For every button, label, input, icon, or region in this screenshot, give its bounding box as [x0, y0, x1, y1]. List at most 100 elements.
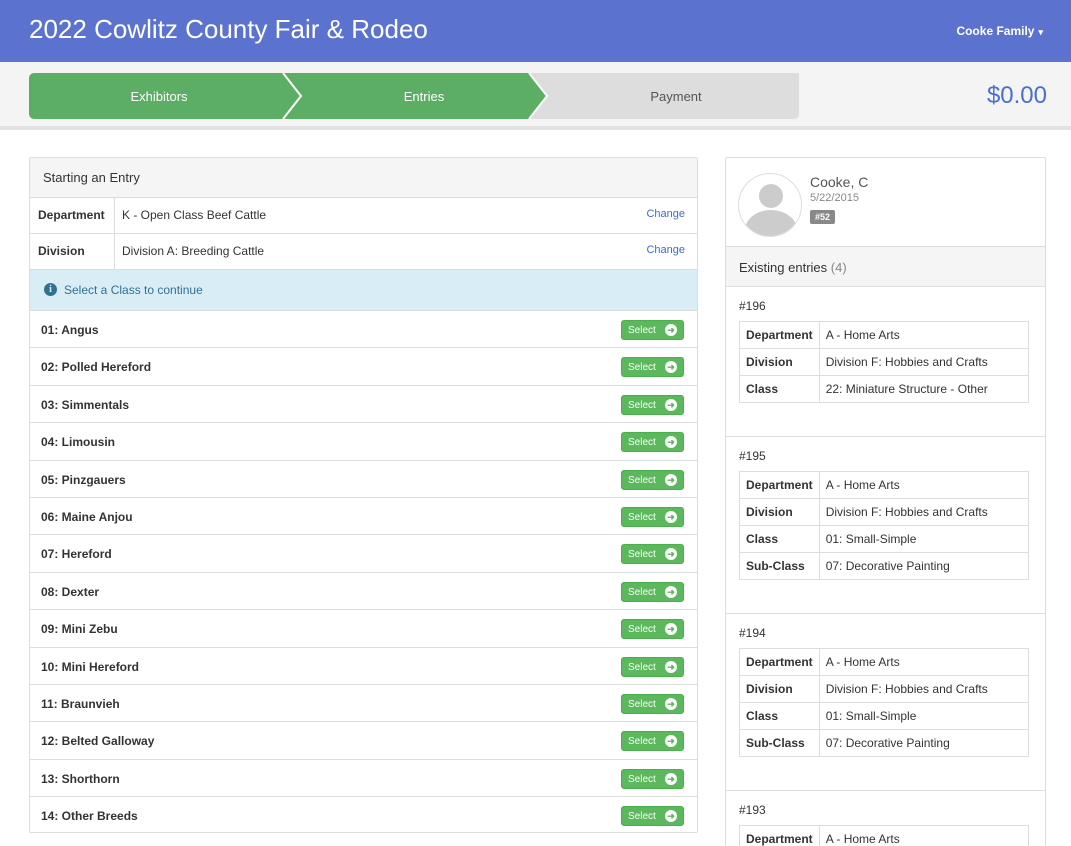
panel-heading: Starting an Entry — [30, 158, 697, 198]
class-row: 08: Dexter Select ➜ — [30, 573, 697, 611]
class-row: 01: Angus Select ➜ — [30, 311, 697, 349]
class-row: 04: Limousin Select ➜ — [30, 423, 697, 461]
division-row: Division Division A: Breeding Cattle Cha… — [30, 234, 697, 270]
entry-detail-row: Department A - Home Arts — [739, 471, 1030, 499]
select-class-button[interactable]: Select ➜ — [621, 731, 684, 752]
entry-detail-value: Division F: Hobbies and Crafts — [818, 675, 1030, 703]
select-class-button[interactable]: Select ➜ — [621, 432, 684, 453]
user-menu-dropdown[interactable]: Cooke Family ▾ — [956, 24, 1043, 38]
entry-detail-key: Department — [739, 321, 820, 349]
class-name: 09: Mini Zebu — [41, 622, 118, 637]
select-button-label: Select — [628, 736, 656, 748]
class-name: 10: Mini Hereford — [41, 659, 140, 674]
select-class-button[interactable]: Select ➜ — [621, 693, 684, 714]
class-name: 13: Shorthorn — [41, 771, 120, 786]
select-class-button[interactable]: Select ➜ — [621, 806, 684, 827]
arrow-right-icon: ➜ — [665, 623, 677, 636]
select-class-button[interactable]: Select ➜ — [621, 619, 684, 640]
select-class-button[interactable]: Select ➜ — [621, 469, 684, 490]
department-row: Department K - Open Class Beef Cattle Ch… — [30, 198, 697, 234]
class-name: 11: Braunvieh — [41, 696, 120, 711]
class-row: 14: Other Breeds Select ➜ — [30, 797, 697, 834]
select-class-button[interactable]: Select ➜ — [621, 656, 684, 677]
arrow-right-icon: ➜ — [665, 660, 677, 673]
select-class-button[interactable]: Select ➜ — [621, 506, 684, 527]
entry-detail-value: 07: Decorative Painting — [818, 552, 1030, 580]
class-row: 03: Simmentals Select ➜ — [30, 386, 697, 424]
wizard-steps: Exhibitors Entries Payment — [29, 73, 799, 119]
existing-entry: #194 Department A - Home Arts Division Divis… — [726, 614, 1045, 791]
progress-steps-bar: Exhibitors Entries Payment $0.00 — [0, 62, 1071, 130]
user-menu-label: Cooke Family — [956, 24, 1035, 38]
step-entries[interactable]: Entries — [299, 89, 549, 104]
info-icon: i — [44, 283, 57, 296]
entry-number: #193 — [739, 803, 766, 817]
select-class-button[interactable]: Select ➜ — [621, 581, 684, 602]
arrow-right-icon: ➜ — [665, 398, 677, 411]
class-name: 07: Hereford — [41, 547, 112, 562]
class-name: 03: Simmentals — [41, 397, 130, 412]
arrow-right-icon: ➜ — [665, 735, 677, 748]
entry-detail-key: Class — [739, 375, 820, 403]
arrow-right-icon: ➜ — [665, 324, 677, 336]
info-alert: i Select a Class to continue — [30, 270, 697, 311]
change-division-link[interactable]: Change — [646, 244, 685, 256]
entry-detail-table: Department A - Home Arts Division Division … — [739, 471, 1030, 580]
class-row: 11: Braunvieh Select ➜ — [30, 685, 697, 723]
arrow-right-icon: ➜ — [665, 585, 677, 598]
class-row: 06: Maine Anjou Select ➜ — [30, 498, 697, 536]
arrow-right-icon: ➜ — [665, 697, 677, 710]
avatar-body — [745, 210, 797, 236]
entry-detail-key: Department — [739, 648, 820, 676]
step-payment[interactable]: Payment — [554, 89, 798, 104]
arrow-right-icon: ➜ — [665, 361, 677, 374]
select-class-button[interactable]: Select ➜ — [621, 394, 684, 415]
entry-detail-row: Division Division F: Hobbies and Crafts — [739, 675, 1030, 703]
select-button-label: Select — [628, 474, 656, 486]
select-button-label: Select — [628, 549, 656, 561]
select-button-label: Select — [628, 661, 656, 673]
select-class-button[interactable]: Select ➜ — [621, 768, 684, 789]
select-button-label: Select — [628, 325, 656, 336]
select-button-label: Select — [628, 437, 656, 449]
arrow-right-icon: ➜ — [665, 510, 677, 523]
class-row: 09: Mini Zebu Select ➜ — [30, 610, 697, 648]
entry-number: #195 — [739, 449, 766, 463]
entry-detail-key: Division — [739, 348, 820, 376]
entry-detail-table: Department A - Home Arts — [739, 825, 1030, 846]
step-exhibitors[interactable]: Exhibitors — [29, 89, 289, 104]
entry-detail-value: 01: Small-Simple — [818, 702, 1030, 730]
existing-entry: #193 Department A - Home Arts — [726, 791, 1045, 846]
existing-entries-title: Existing entries — [739, 260, 828, 275]
entry-detail-value: 22: Miniature Structure - Other — [818, 375, 1030, 403]
entry-detail-value: Division F: Hobbies and Crafts — [818, 498, 1030, 526]
existing-entry: #195 Department A - Home Arts Division Divis… — [726, 437, 1045, 614]
exhibitor-date: 5/22/2015 — [810, 192, 859, 204]
arrow-right-icon: ➜ — [665, 772, 677, 785]
select-class-button[interactable]: Select ➜ — [621, 320, 684, 340]
page-title: 2022 Cowlitz County Fair & Rodeo — [29, 14, 428, 44]
select-button-label: Select — [628, 586, 656, 598]
entry-detail-row: Division Division F: Hobbies and Crafts — [739, 348, 1030, 376]
avatar-head — [759, 184, 783, 208]
exhibitor-panel: Cooke, C 5/22/2015 #52 Existing entries … — [725, 157, 1046, 846]
select-class-button[interactable]: Select ➜ — [621, 544, 684, 565]
caret-down-icon: ▾ — [1038, 27, 1043, 37]
existing-entries-heading: Existing entries (4) — [726, 246, 1045, 287]
change-department-link[interactable]: Change — [646, 208, 685, 220]
class-row: 12: Belted Galloway Select ➜ — [30, 722, 697, 760]
arrow-right-icon: ➜ — [665, 436, 677, 449]
entry-detail-value: 01: Small-Simple — [818, 525, 1030, 553]
exhibitor-badge: #52 — [810, 210, 836, 224]
class-row: 02: Polled Hereford Select ➜ — [30, 348, 697, 386]
arrow-right-icon: ➜ — [665, 473, 677, 486]
class-name: 14: Other Breeds — [41, 809, 138, 824]
entry-detail-value: A - Home Arts — [818, 471, 1030, 499]
entry-detail-row: Department A - Home Arts — [739, 825, 1030, 846]
entry-number: #196 — [739, 299, 766, 313]
entry-detail-value: A - Home Arts — [818, 321, 1030, 349]
entry-number: #194 — [739, 626, 766, 640]
entry-detail-key: Division — [739, 498, 820, 526]
existing-entry: #196 Department A - Home Arts Division Divis… — [726, 287, 1045, 437]
select-class-button[interactable]: Select ➜ — [621, 357, 684, 378]
